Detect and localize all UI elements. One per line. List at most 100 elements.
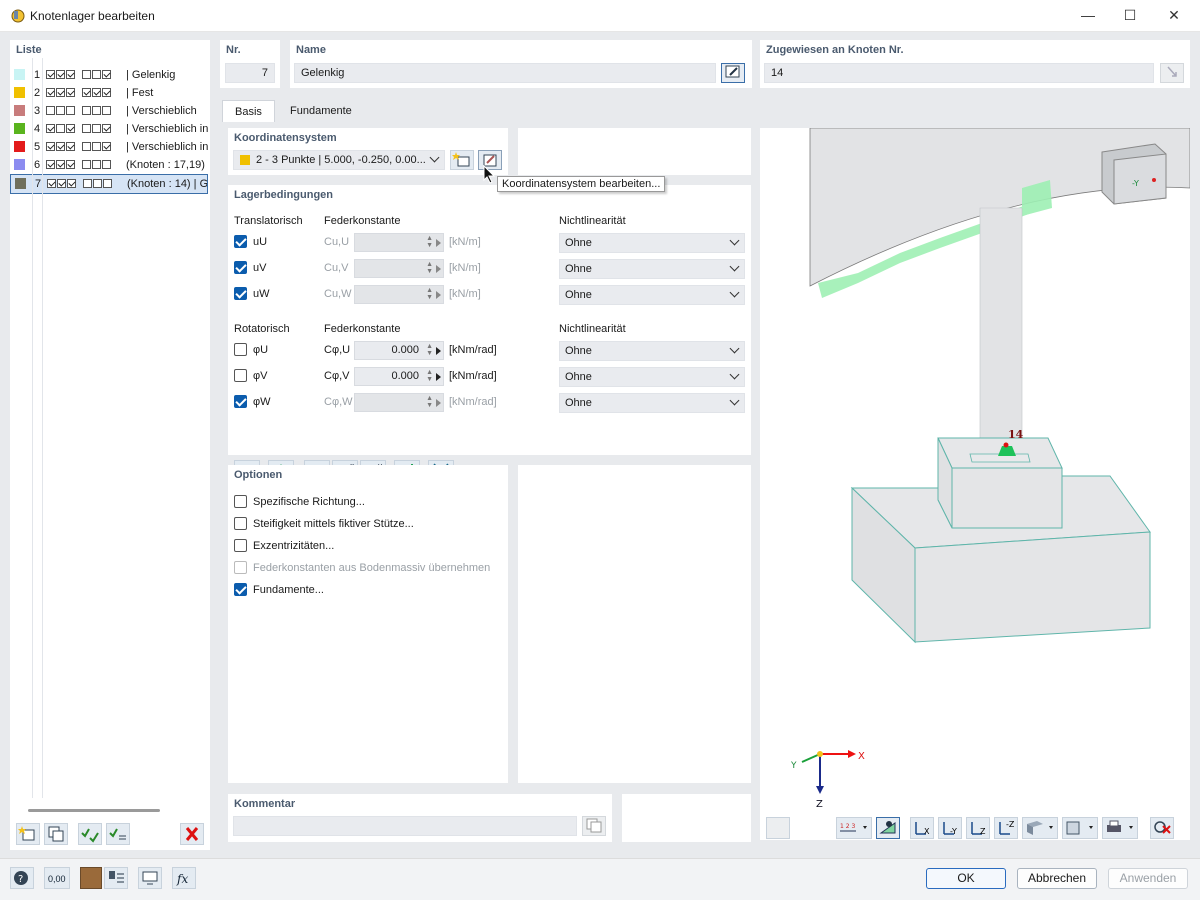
dof-checkbox[interactable] xyxy=(234,395,247,408)
help-icon[interactable]: ? xyxy=(10,867,34,889)
list-item[interactable]: 6(Knoten : 17,19) | G xyxy=(10,156,208,174)
display-properties-icon[interactable] xyxy=(104,867,128,889)
function-icon[interactable]: fx xyxy=(172,867,196,889)
flag-checkbox-icon xyxy=(82,88,91,97)
flag-checkbox-icon xyxy=(93,179,102,188)
list-item-label: | Verschieblich in Y xyxy=(126,138,208,156)
list-item-label: | Verschieblich xyxy=(126,102,197,120)
chevron-down-icon xyxy=(730,396,740,406)
spring-symbol: Cu,V xyxy=(324,262,348,274)
print-dropdown-icon[interactable] xyxy=(1102,817,1138,839)
view-iso-dropdown-icon[interactable] xyxy=(1022,817,1058,839)
nr-field[interactable]: 7 xyxy=(225,63,275,83)
dof-checkbox[interactable] xyxy=(234,369,247,382)
apply-button[interactable]: Anwenden xyxy=(1108,868,1188,889)
option-checkbox[interactable] xyxy=(234,517,247,530)
list-item[interactable]: 5| Verschieblich in Y xyxy=(10,138,208,156)
color-swatch-button[interactable] xyxy=(80,867,102,889)
maximize-button[interactable]: ☐ xyxy=(1108,4,1152,28)
option-checkbox[interactable] xyxy=(234,495,247,508)
comment-field[interactable] xyxy=(233,816,577,836)
spin-arrows-icon[interactable]: ▲▼ xyxy=(426,343,433,357)
spin-arrows-icon[interactable]: ▲▼ xyxy=(426,287,433,301)
reset-view-icon[interactable] xyxy=(1150,817,1174,839)
option-checkbox[interactable] xyxy=(234,583,247,596)
spin-arrows-icon[interactable]: ▲▼ xyxy=(426,395,433,409)
dof-label: φU xyxy=(253,344,268,356)
axis-triad: X Y Z xyxy=(790,750,865,810)
spring-value-input[interactable]: ▲▼ xyxy=(354,259,444,278)
tab-fundamente[interactable]: Fundamente xyxy=(278,100,364,122)
horizontal-scrollbar[interactable] xyxy=(28,809,160,812)
nonlinearity-select[interactable]: Ohne xyxy=(559,259,745,279)
nonlinearity-select[interactable]: Ohne xyxy=(559,341,745,361)
list-item[interactable]: 2| Fest xyxy=(10,84,208,102)
cancel-button[interactable]: Abbrechen xyxy=(1017,868,1097,889)
tab-basis[interactable]: Basis xyxy=(222,100,275,122)
flag-checkbox-icon xyxy=(46,88,55,97)
spring-value-input[interactable]: 0.000▲▼ xyxy=(354,341,444,360)
list-item[interactable]: 3| Verschieblich xyxy=(10,102,208,120)
spin-next-icon[interactable] xyxy=(436,399,441,407)
dof-checkbox[interactable] xyxy=(234,287,247,300)
coord-value: 2 - 3 Punkte | 5.000, -0.250, 0.00... xyxy=(256,154,426,166)
nonlinearity-select[interactable]: Ohne xyxy=(559,285,745,305)
nonlin-header-trans: Nichtlinearität xyxy=(559,215,626,227)
dof-checkbox[interactable] xyxy=(234,261,247,274)
ok-button[interactable]: OK xyxy=(926,868,1006,889)
preview-3d-panel[interactable]: 14 -Y X Y Z 1 2 3 xyxy=(760,128,1190,840)
flag-checkbox-icon xyxy=(102,106,111,115)
spin-next-icon[interactable] xyxy=(436,291,441,299)
nonlinearity-select[interactable]: Ohne xyxy=(559,233,745,253)
spin-arrows-icon[interactable]: ▲▼ xyxy=(426,261,433,275)
nonlinearity-select[interactable]: Ohne xyxy=(559,367,745,387)
list-item[interactable]: 7(Knoten : 14) | Gele xyxy=(10,174,208,194)
list-item[interactable]: 4| Verschieblich in X xyxy=(10,120,208,138)
view-z-icon[interactable]: Z xyxy=(966,817,990,839)
spring-value-input[interactable]: ▲▼ xyxy=(354,233,444,252)
spring-value-input[interactable]: ▲▼ xyxy=(354,285,444,304)
comment-library-button[interactable] xyxy=(582,816,606,836)
coord-select[interactable]: 2 - 3 Punkte | 5.000, -0.250, 0.00... xyxy=(233,150,445,170)
spin-next-icon[interactable] xyxy=(436,265,441,273)
view-sync-icon[interactable] xyxy=(766,817,790,839)
list-item-color-swatch xyxy=(14,159,25,170)
close-window-button[interactable]: ✕ xyxy=(1152,4,1196,28)
name-field[interactable]: Gelenkig xyxy=(294,63,716,83)
view-minus-z-icon[interactable]: -Z xyxy=(994,817,1018,839)
new-item-icon[interactable] xyxy=(16,823,40,845)
view-render-dropdown-icon[interactable] xyxy=(1062,817,1098,839)
rotation-flags xyxy=(82,124,112,138)
nonlinearity-select[interactable]: Ohne xyxy=(559,393,745,413)
minimize-button[interactable]: — xyxy=(1066,4,1110,28)
delete-item-icon[interactable] xyxy=(180,823,204,845)
navigation-cube-icon[interactable]: -Y xyxy=(1102,144,1166,204)
option-checkbox[interactable] xyxy=(234,561,247,574)
check-all-icon[interactable] xyxy=(78,823,102,845)
spin-next-icon[interactable] xyxy=(436,347,441,355)
spin-next-icon[interactable] xyxy=(436,239,441,247)
assigned-nodes-field[interactable]: 14 xyxy=(764,63,1154,83)
translation-flags xyxy=(46,142,76,156)
copy-item-icon[interactable] xyxy=(44,823,68,845)
view-minus-y-icon[interactable]: -Y xyxy=(938,817,962,839)
dof-checkbox[interactable] xyxy=(234,343,247,356)
view-display-icon[interactable] xyxy=(876,817,900,839)
spin-arrows-icon[interactable]: ▲▼ xyxy=(426,235,433,249)
toggle-check-icon[interactable] xyxy=(106,823,130,845)
numbering-dropdown-icon[interactable]: 1 2 3 xyxy=(836,817,872,839)
list-item[interactable]: 1| Gelenkig xyxy=(10,66,208,84)
view-x-icon[interactable]: X xyxy=(910,817,934,839)
spin-next-icon[interactable] xyxy=(436,373,441,381)
decimals-icon[interactable]: 0,00 xyxy=(44,867,70,889)
dof-checkbox[interactable] xyxy=(234,235,247,248)
option-checkbox[interactable] xyxy=(234,539,247,552)
spring-value-input[interactable]: ▲▼ xyxy=(354,393,444,412)
svg-text:Z: Z xyxy=(980,827,986,836)
spin-arrows-icon[interactable]: ▲▼ xyxy=(426,369,433,383)
new-coord-system-icon[interactable] xyxy=(450,150,474,170)
view-settings-icon[interactable] xyxy=(138,867,162,889)
edit-name-button[interactable] xyxy=(721,63,745,83)
spring-value-input[interactable]: 0.000▲▼ xyxy=(354,367,444,386)
pick-node-button[interactable] xyxy=(1160,63,1184,83)
